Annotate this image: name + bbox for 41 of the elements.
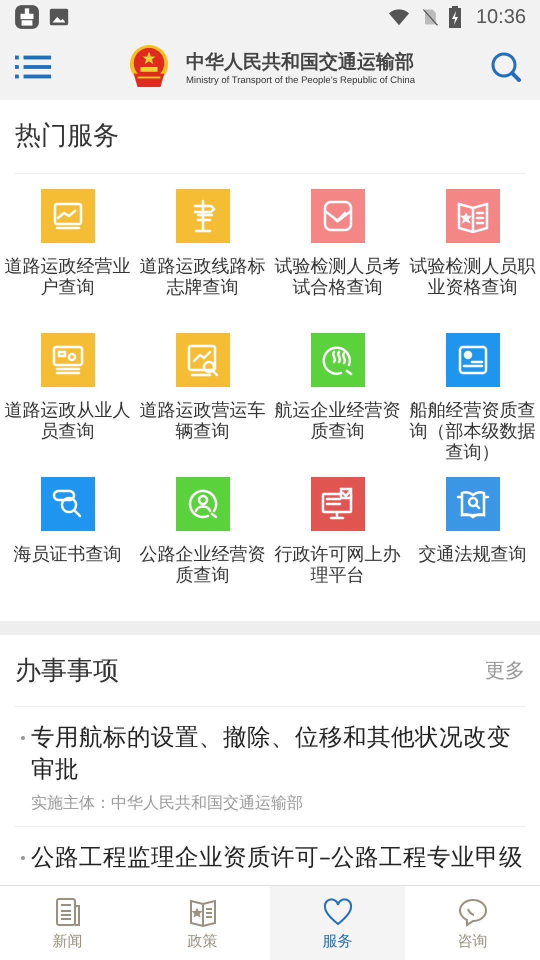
bullet-icon: [21, 736, 25, 740]
service-label[interactable]: 道路运政经营业户查询: [4, 256, 132, 298]
affair-subject: 实施主体：中华人民共和国交通运输部: [31, 793, 304, 814]
monitor-chart-icon[interactable]: [40, 189, 94, 243]
image-icon: [48, 6, 70, 28]
service-label[interactable]: 道路运政从业人员查询: [4, 400, 132, 442]
card-search-icon[interactable]: [40, 477, 94, 531]
affair-title[interactable]: 专用航标的设置、撤除、位移和其他状况改变审批: [31, 721, 525, 785]
nav-tab[interactable]: 服务: [270, 886, 405, 960]
battery-charging-icon: [448, 5, 462, 29]
bullet-icon: [21, 856, 25, 860]
section-title: 热门服务: [15, 100, 525, 174]
emblem-icon: [128, 45, 170, 89]
affair-title[interactable]: 公路工程监理企业资质许可–公路工程专业甲级: [31, 841, 523, 873]
section-title: 办事事项: [15, 655, 119, 688]
chart-search-icon[interactable]: [176, 333, 230, 387]
service-label[interactable]: 公路企业经营资质查询: [138, 544, 266, 586]
ministry-subtitle: Ministry of Transport of the People’s Republic of China: [186, 74, 415, 86]
clock-time: 10:36: [476, 6, 526, 28]
computer-check-icon[interactable]: [310, 477, 364, 531]
id-card-search-icon[interactable]: [40, 333, 94, 387]
service-label[interactable]: 试验检测人员职业资格查询: [408, 256, 536, 298]
cleaner-app-icon: [14, 4, 40, 30]
ministry-title: 中华人民共和国交通运输部: [186, 50, 415, 74]
search-icon[interactable]: [490, 51, 522, 83]
circle-waves-icon[interactable]: [310, 333, 364, 387]
service-label[interactable]: 航运企业经营资质查询: [274, 400, 402, 442]
service-label[interactable]: 道路运政线路标志牌查询: [138, 256, 266, 298]
signpost-icon[interactable]: [176, 189, 230, 243]
service-label[interactable]: 交通法规查询: [408, 544, 536, 565]
service-label[interactable]: 试验检测人员考试合格查询: [274, 256, 402, 298]
menu-icon[interactable]: [15, 53, 53, 81]
book-search-icon[interactable]: [446, 477, 500, 531]
service-label[interactable]: 海员证书查询: [4, 544, 132, 565]
service-label[interactable]: 道路运政营运车辆查询: [138, 400, 266, 442]
checked-envelope-icon[interactable]: [310, 189, 364, 243]
id-card-icon[interactable]: [446, 333, 500, 387]
service-label[interactable]: 船舶经营资质查询（部本级数据查询）: [408, 400, 536, 463]
service-label[interactable]: 行政许可网上办理平台: [274, 544, 402, 586]
heart-icon: [322, 896, 354, 928]
star-book-icon[interactable]: [446, 189, 500, 243]
